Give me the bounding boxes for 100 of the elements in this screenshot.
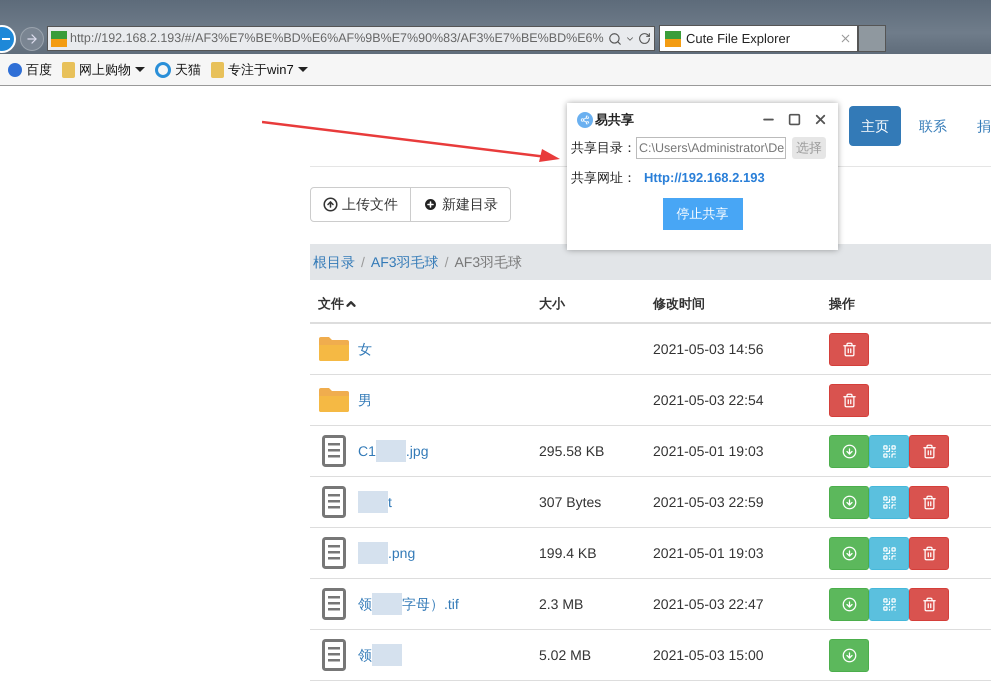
forward-button[interactable] bbox=[20, 26, 44, 50]
plus-icon bbox=[423, 197, 438, 212]
file-name[interactable]: 男 bbox=[358, 390, 372, 410]
nav-link[interactable]: 联系 bbox=[907, 106, 959, 146]
refresh-icon[interactable] bbox=[638, 32, 651, 45]
column-header[interactable]: 文件 bbox=[318, 294, 344, 314]
qr-code-icon bbox=[882, 494, 896, 510]
file-size: 5.02 MB bbox=[539, 646, 592, 662]
delete-button[interactable] bbox=[909, 536, 949, 570]
column-header[interactable]: 修改时间 bbox=[653, 294, 705, 314]
delete-button[interactable] bbox=[909, 434, 949, 468]
download-button[interactable] bbox=[829, 588, 869, 620]
tab-title: Cute File Explorer bbox=[686, 30, 792, 48]
favorite-link[interactable]: 百度 bbox=[8, 60, 52, 80]
download-icon bbox=[842, 494, 856, 510]
toolbar-button[interactable]: 上传文件 bbox=[310, 187, 411, 222]
modified-time: 2021-05-01 19:03 bbox=[653, 442, 764, 458]
download-icon bbox=[842, 648, 856, 662]
nav-link[interactable]: 主页 bbox=[849, 106, 901, 146]
new-tab-button[interactable] bbox=[858, 25, 886, 52]
folder-icon bbox=[211, 62, 224, 78]
favorite-link[interactable]: 网上购物 bbox=[62, 60, 145, 80]
dialog-title: 易共享 bbox=[595, 110, 635, 129]
stop-sharing-button[interactable]: 停止共享 bbox=[662, 198, 742, 230]
download-button[interactable] bbox=[829, 486, 869, 518]
modified-time: 2021-05-03 15:00 bbox=[653, 646, 764, 662]
folder-icon bbox=[318, 387, 350, 413]
trash-icon bbox=[922, 494, 936, 510]
address-bar[interactable]: http://192.168.2.193/#/AF3%E7%BE%BD%E6%AF%9B%E7%90%83/AF3%E7%BE%BD%E6% bbox=[47, 26, 655, 51]
download-icon bbox=[842, 444, 856, 458]
trash-icon bbox=[922, 546, 936, 560]
trash-icon bbox=[922, 596, 936, 612]
share-icon bbox=[577, 112, 593, 128]
document-icon bbox=[322, 486, 346, 518]
directory-field[interactable]: C:\Users\Administrator\De bbox=[636, 137, 786, 159]
breadcrumb-separator: / bbox=[360, 252, 366, 272]
modified-time: 2021-05-03 22:47 bbox=[653, 596, 764, 612]
file-name[interactable]: 字母）.tif bbox=[402, 594, 459, 614]
file-name[interactable]: t bbox=[388, 492, 392, 512]
file-name[interactable]: C1 bbox=[358, 440, 376, 462]
browser-tab[interactable]: Cute File Explorer bbox=[659, 25, 858, 52]
blurred-region bbox=[376, 440, 406, 462]
folder-icon bbox=[318, 336, 350, 362]
modified-time: 2021-05-01 19:03 bbox=[653, 544, 764, 560]
folder-icon bbox=[62, 62, 75, 78]
download-button[interactable] bbox=[829, 434, 869, 468]
forward-arrow-icon bbox=[25, 32, 39, 46]
download-button[interactable] bbox=[829, 638, 869, 672]
document-icon bbox=[322, 639, 346, 671]
file-size: 2.3 MB bbox=[539, 596, 584, 612]
field-label: 共享目录： bbox=[571, 139, 636, 158]
blurred-region bbox=[372, 644, 402, 666]
column-header[interactable]: 大小 bbox=[539, 294, 565, 314]
modified-time: 2021-05-03 22:59 bbox=[653, 494, 764, 510]
toolbar-button[interactable]: 新建目录 bbox=[411, 187, 511, 222]
breadcrumb-link[interactable]: 根目录 bbox=[313, 252, 355, 272]
field-label: 共享网址： bbox=[571, 169, 637, 188]
breadcrumb-link[interactable]: AF3羽毛球 bbox=[370, 252, 439, 272]
file-name[interactable]: .jpg bbox=[406, 440, 428, 462]
delete-button[interactable] bbox=[829, 384, 869, 416]
download-button[interactable] bbox=[829, 536, 869, 570]
maximize-icon[interactable] bbox=[788, 113, 801, 126]
download-icon bbox=[842, 596, 856, 612]
blurred-region bbox=[358, 491, 388, 513]
modified-time: 2021-05-03 14:56 bbox=[653, 340, 764, 356]
favorite-link[interactable]: 天猫 bbox=[155, 60, 201, 80]
trash-icon bbox=[922, 444, 936, 458]
close-icon[interactable] bbox=[813, 112, 828, 127]
column-header[interactable]: 操作 bbox=[829, 294, 855, 314]
document-icon bbox=[322, 435, 346, 467]
file-name[interactable]: 领 bbox=[358, 644, 372, 666]
site-favicon bbox=[665, 30, 681, 46]
favorite-link[interactable]: 专注于win7 bbox=[211, 60, 308, 80]
file-size: 295.58 KB bbox=[539, 442, 604, 458]
blurred-region bbox=[358, 542, 388, 564]
download-icon bbox=[842, 546, 856, 560]
delete-button[interactable] bbox=[909, 486, 949, 518]
address-text: http://192.168.2.193/#/AF3%E7%BE%BD%E6%AF%9B%E7%90%83/AF3%E7%BE%BD%E6% bbox=[70, 30, 605, 48]
file-name[interactable]: .png bbox=[388, 542, 416, 564]
delete-button[interactable] bbox=[909, 588, 949, 620]
file-size: 307 Bytes bbox=[539, 494, 602, 510]
search-icon[interactable] bbox=[608, 32, 622, 46]
qr-code-icon bbox=[882, 596, 896, 612]
upload-icon bbox=[323, 197, 338, 212]
document-icon bbox=[322, 588, 346, 620]
browser-logo-icon bbox=[155, 62, 171, 78]
file-name[interactable]: 领 bbox=[358, 594, 372, 614]
trash-icon bbox=[842, 392, 856, 408]
delete-button[interactable] bbox=[829, 332, 869, 366]
blurred-region bbox=[372, 593, 402, 615]
modified-time: 2021-05-03 22:54 bbox=[653, 392, 764, 408]
qr-code-icon bbox=[882, 444, 896, 458]
nav-link[interactable]: 捐 bbox=[965, 106, 991, 146]
qr-code-icon bbox=[882, 546, 896, 560]
site-favicon bbox=[51, 30, 67, 46]
breadcrumb-separator: / bbox=[444, 252, 450, 272]
file-name[interactable]: 女 bbox=[358, 338, 372, 360]
trash-icon bbox=[842, 342, 856, 356]
file-size: 199.4 KB bbox=[539, 544, 597, 560]
share-url-link[interactable]: Http://192.168.2.193 bbox=[644, 168, 765, 188]
